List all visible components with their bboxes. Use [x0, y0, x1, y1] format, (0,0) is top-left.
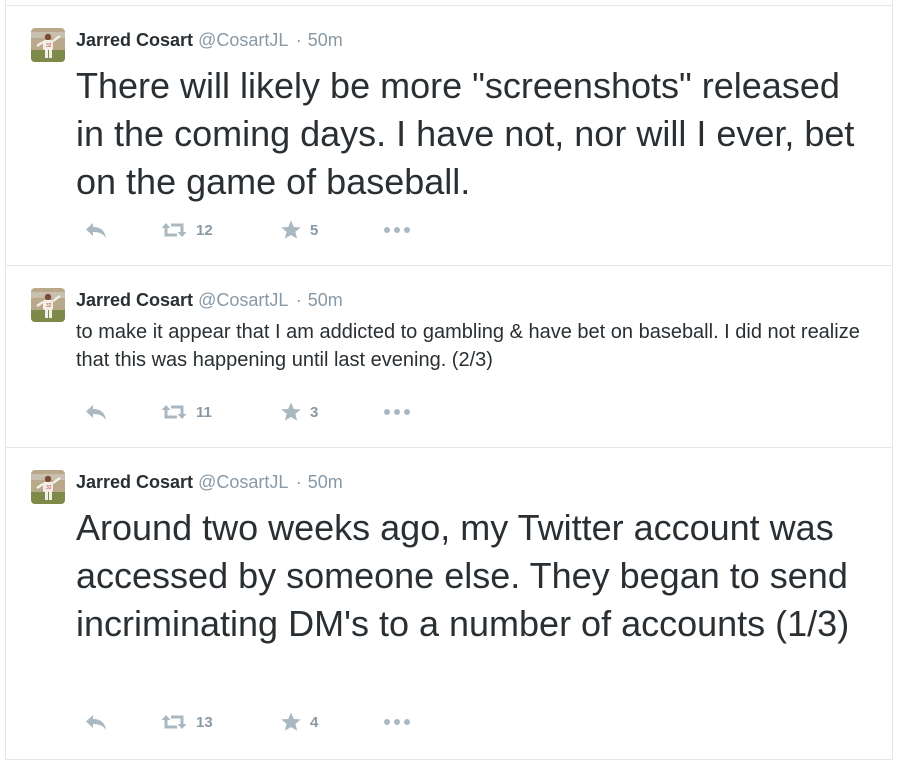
reply-button[interactable] [84, 400, 108, 424]
retweet-icon [160, 220, 188, 240]
reply-icon [84, 712, 108, 732]
svg-text:32: 32 [46, 485, 52, 491]
favorite-button[interactable]: 3 [280, 400, 318, 424]
reply-button[interactable] [84, 710, 108, 734]
svg-text:32: 32 [46, 43, 52, 49]
tweet[interactable]: 32 Jarred Cosart @CosartJL · 50m Around … [6, 447, 892, 760]
display-name[interactable]: Jarred Cosart [76, 290, 193, 310]
retweet-count: 13 [196, 713, 213, 731]
more-options-icon [382, 718, 412, 726]
tweet-text: There will likely be more "screenshots" … [76, 65, 855, 202]
favorite-button[interactable]: 4 [280, 710, 318, 734]
more-options-icon [382, 226, 412, 234]
username[interactable]: @CosartJL [198, 30, 288, 50]
retweet-icon [160, 402, 188, 422]
retweet-button[interactable]: 11 [160, 400, 212, 424]
favorite-count: 4 [310, 713, 319, 731]
separator: · [295, 30, 302, 50]
timestamp[interactable]: 50m [308, 30, 343, 50]
favorite-star-icon [280, 401, 302, 423]
timestamp[interactable]: 50m [308, 290, 343, 310]
tweet-header: Jarred Cosart @CosartJL · 50m [76, 29, 343, 51]
tweet-header: Jarred Cosart @CosartJL · 50m [76, 289, 343, 311]
tweet[interactable]: 32 Jarred Cosart @CosartJL · 50m to make… [6, 265, 892, 447]
timeline-stream: 32 Jarred Cosart @CosartJL · 50m There w… [5, 0, 893, 760]
tweet-header: Jarred Cosart @CosartJL · 50m [76, 471, 343, 493]
more-options-icon [382, 408, 412, 416]
more-options-button[interactable] [382, 400, 412, 424]
avatar[interactable]: 32 [31, 28, 65, 62]
timestamp[interactable]: 50m [308, 472, 343, 492]
favorite-button[interactable]: 5 [280, 218, 318, 242]
favorite-star-icon [280, 219, 302, 241]
retweet-count: 11 [196, 403, 212, 421]
avatar[interactable]: 32 [31, 470, 65, 504]
username[interactable]: @CosartJL [198, 472, 288, 492]
more-options-button[interactable] [382, 710, 412, 734]
tweet-text: Around two weeks ago, my Twitter account… [76, 507, 850, 644]
avatar[interactable]: 32 [31, 288, 65, 322]
retweet-button[interactable]: 13 [160, 710, 213, 734]
reply-icon [84, 220, 108, 240]
tweet[interactable]: 32 Jarred Cosart @CosartJL · 50m There w… [6, 5, 892, 265]
favorite-count: 5 [310, 221, 319, 239]
reply-button[interactable] [84, 218, 108, 242]
display-name[interactable]: Jarred Cosart [76, 472, 193, 492]
svg-text:32: 32 [46, 303, 52, 309]
tweet-text: to make it appear that I am addicted to … [76, 321, 860, 371]
favorite-count: 3 [310, 403, 319, 421]
display-name[interactable]: Jarred Cosart [76, 30, 193, 50]
more-options-button[interactable] [382, 218, 412, 242]
retweet-icon [160, 712, 188, 732]
separator: · [295, 290, 302, 310]
retweet-button[interactable]: 12 [160, 218, 213, 242]
username[interactable]: @CosartJL [198, 290, 288, 310]
separator: · [295, 472, 302, 492]
retweet-count: 12 [196, 221, 213, 239]
favorite-star-icon [280, 711, 302, 733]
reply-icon [84, 402, 108, 422]
